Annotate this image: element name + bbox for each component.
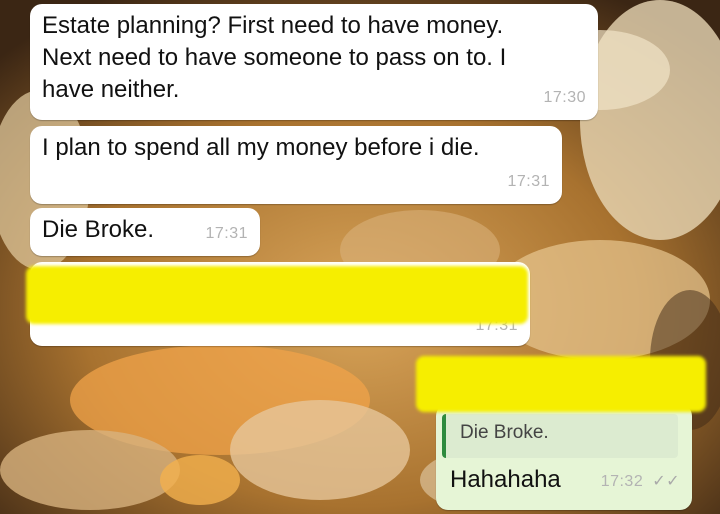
double-check-icon: ✓✓ — [652, 473, 680, 490]
quoted-text: Die Broke. — [460, 422, 549, 443]
message-time: 17:31 — [205, 225, 248, 242]
message-time: 17:30 — [543, 89, 586, 106]
message-bubble[interactable]: Estate planning? First need to have mone… — [30, 4, 598, 120]
message-time: 17:31 — [507, 173, 550, 190]
message-bubble[interactable]: I plan to spend all my money before i di… — [30, 126, 562, 204]
redaction-overlay — [26, 266, 528, 324]
quoted-message[interactable]: Die Broke. — [442, 414, 678, 458]
reply-text: Hahahaha — [450, 466, 561, 493]
message-bubble[interactable]: Die Broke. 17:31 — [30, 208, 260, 256]
message-text: I plan to spend all my money before i di… — [42, 134, 480, 161]
redaction-overlay — [416, 356, 706, 412]
reply-status: 17:32 ✓✓ — [601, 466, 680, 498]
message-text: Die Broke. — [42, 216, 155, 243]
message-time: 17:32 — [600, 473, 644, 490]
message-text: Estate planning? First need to have mone… — [42, 12, 507, 103]
